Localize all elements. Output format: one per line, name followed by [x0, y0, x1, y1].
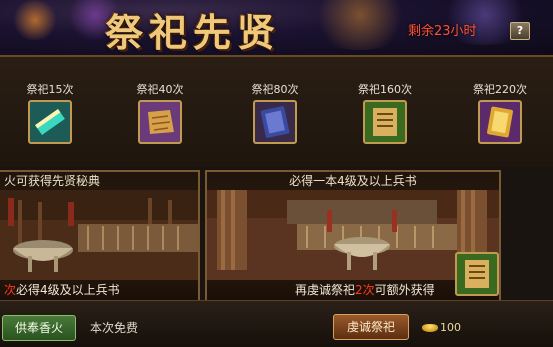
panel-header: 火可获得先贤秘典 [0, 172, 198, 190]
golden-book-icon[interactable] [478, 100, 522, 144]
reward-milestone-160[interactable]: 祭祀160次 [355, 81, 415, 144]
gold-ingot-icon [422, 324, 438, 332]
header-banner: 祭祀先贤 剩余23小时 ? [0, 0, 553, 57]
time-remaining: 剩余23小时 [408, 24, 477, 39]
reward-milestone-80[interactable]: 祭祀80次 [245, 81, 305, 144]
reward-milestone-40[interactable]: 祭祀40次 [130, 81, 190, 144]
manual-icon[interactable] [363, 100, 407, 144]
sacrifice-panel-right: 必得一本4级及以上兵书 再虔诚祭祀2次可额外获得 [205, 170, 501, 302]
reward-label: 祭祀160次 [358, 83, 412, 96]
temple-scene [0, 190, 198, 280]
help-button[interactable]: ? [510, 22, 530, 40]
devout-sacrifice-button[interactable]: 虔诚祭祀 [333, 314, 409, 340]
reward-milestone-220[interactable]: 祭祀220次 [470, 81, 530, 144]
sacrifice-panel-left: 火可获得先贤秘典 次必得4级及以上兵书 [0, 170, 200, 302]
reward-label: 祭祀15次 [26, 83, 74, 96]
panel-footer: 次必得4级及以上兵书 [0, 280, 198, 300]
book-icon[interactable] [253, 100, 297, 144]
cost-amount: 100 [440, 321, 461, 334]
panel-header: 必得一本4级及以上兵书 [207, 172, 499, 190]
reward-milestone-15[interactable]: 祭祀15次 [20, 81, 80, 144]
action-bar: 供奉香火 本次免费 虔诚祭祀 100 [0, 300, 553, 347]
reward-label: 祭祀220次 [473, 83, 527, 96]
offer-incense-button[interactable]: 供奉香火 [2, 315, 76, 341]
firework-decoration [5, 0, 65, 40]
cost-display: 100 [422, 321, 461, 334]
map-icon[interactable] [138, 100, 182, 144]
bonus-reward-icon[interactable] [455, 252, 499, 296]
firework-decoration [300, 0, 420, 50]
milestone-rewards: 祭祀15次 祭祀40次 祭祀80次 祭祀160次 祭祀220次 [0, 57, 553, 167]
reward-label: 祭祀40次 [136, 83, 184, 96]
free-notice: 本次免费 [90, 321, 139, 335]
scroll-icon[interactable] [28, 100, 72, 144]
reward-label: 祭祀80次 [251, 83, 299, 96]
page-title: 祭祀先贤 [105, 10, 282, 55]
